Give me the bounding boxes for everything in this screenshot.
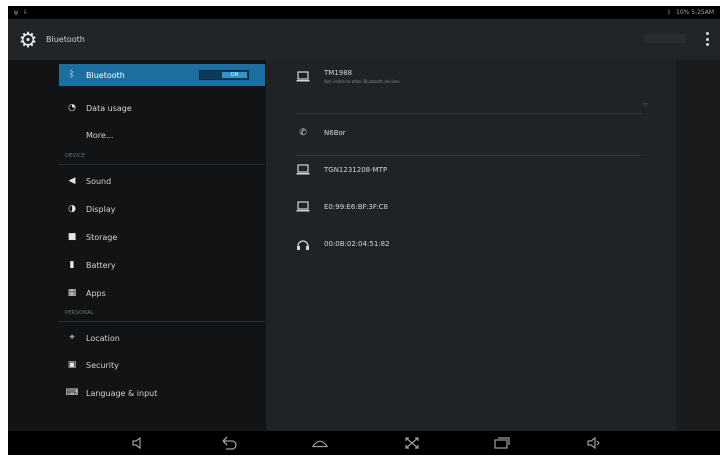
panel-divider <box>296 155 642 156</box>
expand-indicator[interactable]: ▽ <box>643 102 648 109</box>
back-icon[interactable] <box>220 435 238 451</box>
sidebar-item-data-usage[interactable]: ◔ Data usage <box>59 97 265 119</box>
sidebar-item-label: Security <box>86 360 119 370</box>
this-device-row[interactable]: TM1988 Not visible to other Bluetooth de… <box>296 69 642 84</box>
phone-icon: ✆ <box>299 128 307 138</box>
keyboard-icon: ⌨ <box>65 388 79 398</box>
sidebar-item-label: Data usage <box>86 103 132 113</box>
sidebar-item-label: Bluetooth <box>86 70 125 80</box>
sidebar-item-bluetooth[interactable]: ᛒ Bluetooth ON <box>59 64 265 86</box>
status-left: ψ ⇩ <box>14 9 28 16</box>
overflow-dot <box>705 32 709 35</box>
data-usage-icon: ◔ <box>68 103 76 113</box>
settings-gear-icon[interactable]: ⚙ <box>16 28 40 52</box>
sidebar-divider <box>59 164 265 165</box>
sidebar-item-storage[interactable]: ■ Storage <box>59 226 265 248</box>
paired-device-row[interactable]: E0:99:E6:BF:3F:C8 <box>296 200 642 214</box>
volume-down-svg <box>131 436 141 450</box>
bluetooth-device-panel: TM1988 Not visible to other Bluetooth de… <box>266 60 676 431</box>
location-icon: ⌖ <box>69 333 75 343</box>
device-name: 00:0B:02:04:51:82 <box>324 240 390 248</box>
sidebar-item-more[interactable]: More... <box>59 124 265 146</box>
overflow-dot <box>705 43 709 46</box>
sidebar-item-label: More... <box>86 130 114 140</box>
display-icon: ◑ <box>68 204 76 214</box>
sidebar-item-label: Battery <box>86 260 116 270</box>
screenshot-svg <box>405 437 419 449</box>
battery-icon: ▮ <box>69 260 75 270</box>
sidebar-item-label: Sound <box>86 176 112 186</box>
home-svg <box>311 440 329 448</box>
home-icon[interactable] <box>311 435 329 451</box>
tablet-screen: ψ ⇩ ᛒ 10% 5:25AM ⚙ Bluetooth ᛒ Bluetooth… <box>8 6 720 455</box>
sidebar-item-display[interactable]: ◑ Display <box>59 198 265 220</box>
paired-device-row[interactable]: TGN1231208-MTP <box>296 163 642 177</box>
speaker-icon: ◀ <box>68 176 76 186</box>
screen-title: Bluetooth <box>46 35 85 44</box>
device-name: N6Bor <box>324 129 346 137</box>
back-svg <box>222 436 237 450</box>
apps-icon: ▦ <box>67 288 77 298</box>
this-device-name: TM1988 <box>324 69 353 77</box>
section-device: DEVICE <box>65 153 86 159</box>
laptop-icon <box>296 200 310 214</box>
sidebar-item-label: Apps <box>86 288 106 298</box>
action-bar: ⚙ Bluetooth <box>8 19 720 60</box>
recent-apps-svg <box>494 437 510 449</box>
status-bar: ψ ⇩ ᛒ 10% 5:25AM <box>8 6 720 19</box>
navigation-bar <box>8 431 720 455</box>
volume-up-icon[interactable] <box>584 435 602 451</box>
laptop-icon <box>296 163 310 177</box>
this-device-text: TM1988 Not visible to other Bluetooth de… <box>324 69 399 84</box>
section-personal: PERSONAL <box>65 310 95 316</box>
laptop-svg <box>296 201 310 212</box>
settings-sidebar: ᛒ Bluetooth ON ◔ Data usage More... DEVI… <box>8 60 266 431</box>
bluetooth-toggle[interactable]: ON <box>199 70 249 80</box>
more-icon-spacer <box>67 130 77 140</box>
download-icon: ⇩ <box>22 9 28 16</box>
sidebar-item-label: Display <box>86 204 116 214</box>
status-right: ᛒ 10% 5:25AM <box>667 9 714 16</box>
overflow-dot <box>705 37 709 41</box>
bluetooth-toggle-on: ON <box>222 72 247 78</box>
overflow-menu-icon[interactable] <box>703 30 711 48</box>
sidebar-item-label: Storage <box>86 232 118 242</box>
status-time: 10% 5:25AM <box>676 9 714 16</box>
sidebar-item-security[interactable]: ▣ Security <box>59 354 265 376</box>
bluetooth-icon: ᛒ <box>69 70 75 80</box>
this-device-subtitle: Not visible to other Bluetooth devices <box>324 79 400 84</box>
sidebar-item-label: Location <box>86 333 120 343</box>
usb-icon: ψ <box>14 9 18 16</box>
laptop-svg <box>296 70 310 81</box>
headset-icon <box>296 237 310 251</box>
sidebar-item-label: Language & input <box>86 388 158 398</box>
laptop-svg <box>296 164 310 175</box>
device-name: TGN1231208-MTP <box>324 166 388 174</box>
bluetooth-status-icon: ᛒ <box>667 9 671 16</box>
laptop-icon <box>296 70 310 84</box>
lock-icon: ▣ <box>67 360 77 370</box>
sidebar-divider <box>59 321 265 322</box>
sidebar-item-battery[interactable]: ▮ Battery <box>59 254 265 276</box>
panel-divider <box>296 113 642 114</box>
sidebar-item-apps[interactable]: ▦ Apps <box>59 282 265 304</box>
storage-icon: ■ <box>67 232 77 242</box>
device-name: E0:99:E6:BF:3F:C8 <box>324 203 389 211</box>
paired-device-row[interactable]: ✆ N6Bor <box>296 126 642 140</box>
sidebar-item-location[interactable]: ⌖ Location <box>59 327 265 349</box>
bluetooth-master-switch[interactable] <box>644 34 686 43</box>
paired-device-row[interactable]: 00:0B:02:04:51:82 <box>296 237 642 251</box>
settings-content: ᛒ Bluetooth ON ◔ Data usage More... DEVI… <box>8 60 720 431</box>
volume-down-icon[interactable] <box>129 435 147 451</box>
volume-up-svg <box>586 436 600 450</box>
sidebar-item-language-input[interactable]: ⌨ Language & input <box>59 382 265 404</box>
screenshot-icon[interactable] <box>403 435 421 451</box>
recent-apps-icon[interactable] <box>493 435 511 451</box>
headset-svg <box>297 239 309 250</box>
sidebar-item-sound[interactable]: ◀ Sound <box>59 170 265 192</box>
